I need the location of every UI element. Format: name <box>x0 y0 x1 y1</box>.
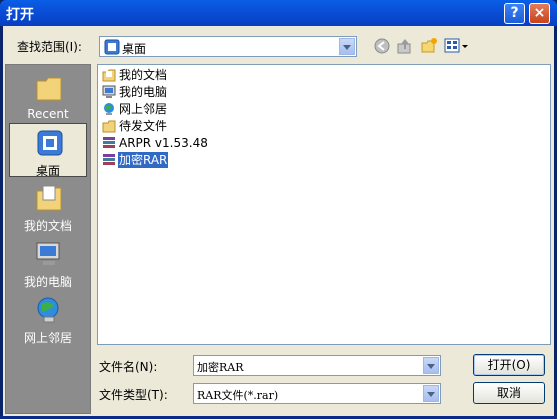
my-documents-icon <box>36 185 62 211</box>
network-places-icon <box>104 103 114 115</box>
place-recent[interactable]: Recent <box>9 69 87 123</box>
cancel-button[interactable]: 取消 <box>473 382 545 404</box>
desktop-icon <box>104 39 120 55</box>
filetype-dropdown-button[interactable] <box>423 385 439 402</box>
archive-icon <box>103 154 115 165</box>
open-dialog-window: 打开 ? × 查找范围(I): 桌面 Recent 桌面 我的文档 我的电脑 网… <box>0 0 557 419</box>
network-places-icon <box>37 297 59 323</box>
up-folder-icon[interactable] <box>396 37 414 55</box>
close-button[interactable]: × <box>529 3 550 24</box>
filetype-label: 文件类型(T): <box>99 388 168 402</box>
my-computer-icon <box>36 242 60 265</box>
place-my-documents[interactable]: 我的文档 <box>9 179 87 233</box>
my-documents-icon <box>102 69 116 82</box>
open-button[interactable]: 打开(O) <box>473 354 545 376</box>
filetype-combo[interactable]: RAR文件(*.rar) <box>193 383 441 404</box>
window-title: 打开 <box>6 7 34 23</box>
dialog-body: 查找范围(I): 桌面 Recent 桌面 我的文档 我的电脑 网上邻居 我的文… <box>3 26 554 416</box>
help-button[interactable]: ? <box>504 3 525 24</box>
recent-folder-icon <box>36 77 62 101</box>
filename-dropdown-button[interactable] <box>423 357 439 374</box>
place-my-computer[interactable]: 我的电脑 <box>9 235 87 289</box>
desktop-icon <box>37 130 63 156</box>
filename-label: 文件名(N): <box>99 360 158 374</box>
archive-icon <box>103 137 115 148</box>
back-icon[interactable] <box>373 37 391 55</box>
lookin-value: 桌面 <box>122 42 147 56</box>
filename-combo[interactable]: 加密RAR <box>193 355 441 376</box>
filetype-value: RAR文件(*.rar) <box>197 389 279 402</box>
lookin-combo[interactable]: 桌面 <box>99 36 357 57</box>
folder-icon <box>102 120 116 133</box>
title-bar[interactable]: 打开 ? × <box>0 0 557 26</box>
file-list[interactable]: 我的文档 我的电脑 网上邻居 待发文件 ARPR v1.53.48 加密RAR <box>97 64 551 345</box>
new-folder-icon[interactable] <box>420 37 438 55</box>
place-desktop[interactable]: 桌面 <box>9 123 87 178</box>
my-computer-icon <box>102 85 116 98</box>
view-menu-icon[interactable] <box>444 37 470 55</box>
places-bar: Recent 桌面 我的文档 我的电脑 网上邻居 <box>5 64 91 414</box>
filename-value: 加密RAR <box>197 361 244 374</box>
lookin-dropdown-button[interactable] <box>339 38 355 55</box>
lookin-label: 查找范围(I): <box>17 40 82 54</box>
place-network[interactable]: 网上邻居 <box>9 291 87 345</box>
